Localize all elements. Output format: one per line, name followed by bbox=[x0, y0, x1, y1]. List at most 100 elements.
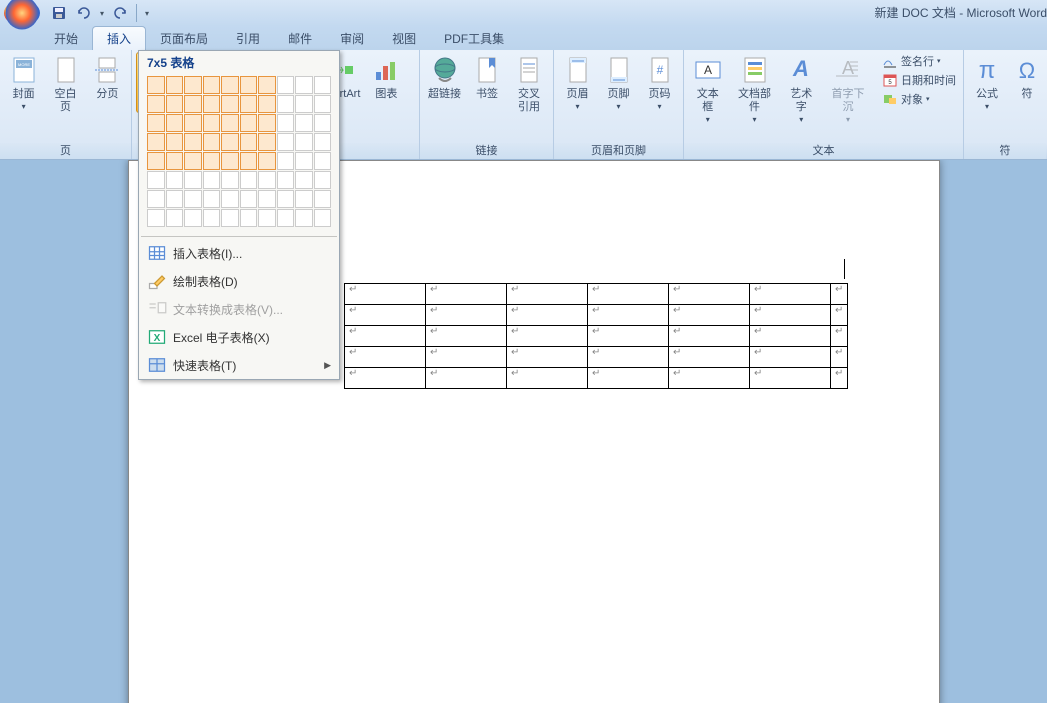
grid-cell[interactable] bbox=[277, 190, 295, 208]
table-cell[interactable]: ↵ bbox=[507, 284, 588, 305]
textbox-button[interactable]: A 文本框 ▾ bbox=[688, 52, 728, 126]
grid-cell[interactable] bbox=[221, 190, 239, 208]
table-cell[interactable]: ↵ bbox=[588, 326, 669, 347]
grid-cell[interactable] bbox=[203, 171, 221, 189]
table-cell[interactable]: ↵ bbox=[588, 347, 669, 368]
grid-cell[interactable] bbox=[258, 114, 276, 132]
symbol-button[interactable]: Ω 符 bbox=[1008, 52, 1046, 103]
table-cell[interactable]: ↵ bbox=[831, 347, 848, 368]
grid-cell[interactable] bbox=[166, 152, 184, 170]
table-cell[interactable]: ↵ bbox=[669, 305, 750, 326]
quick-tables-item[interactable]: 快速表格(T) ▶ bbox=[139, 351, 339, 379]
table-cell[interactable]: ↵ bbox=[831, 368, 848, 389]
grid-cell[interactable] bbox=[240, 95, 258, 113]
insert-table-item[interactable]: 插入表格(I)... bbox=[139, 239, 339, 267]
grid-cell[interactable] bbox=[240, 190, 258, 208]
page-number-button[interactable]: # 页码 ▾ bbox=[640, 52, 679, 113]
table-cell[interactable]: ↵ bbox=[426, 305, 507, 326]
grid-cell[interactable] bbox=[258, 76, 276, 94]
tab-view[interactable]: 视图 bbox=[378, 27, 430, 50]
grid-cell[interactable] bbox=[295, 152, 313, 170]
grid-cell[interactable] bbox=[221, 76, 239, 94]
grid-cell[interactable] bbox=[240, 171, 258, 189]
table-cell[interactable]: ↵ bbox=[669, 284, 750, 305]
table-cell[interactable]: ↵ bbox=[507, 326, 588, 347]
grid-cell[interactable] bbox=[147, 133, 165, 151]
document-table[interactable]: ↵↵↵↵↵↵↵↵↵↵↵↵↵↵↵↵↵↵↵↵↵↵↵↵↵↵↵↵↵↵↵↵↵↵↵ bbox=[344, 283, 848, 389]
table-cell[interactable]: ↵ bbox=[345, 347, 426, 368]
table-cell[interactable]: ↵ bbox=[507, 347, 588, 368]
excel-spreadsheet-item[interactable]: X Excel 电子表格(X) bbox=[139, 323, 339, 351]
table-cell[interactable]: ↵ bbox=[345, 305, 426, 326]
table-cell[interactable]: ↵ bbox=[669, 326, 750, 347]
table-cell[interactable]: ↵ bbox=[426, 368, 507, 389]
table-insert-grid[interactable] bbox=[139, 74, 339, 234]
grid-cell[interactable] bbox=[258, 171, 276, 189]
grid-cell[interactable] bbox=[147, 190, 165, 208]
grid-cell[interactable] bbox=[295, 171, 313, 189]
table-cell[interactable]: ↵ bbox=[426, 347, 507, 368]
grid-cell[interactable] bbox=[166, 209, 184, 227]
grid-cell[interactable] bbox=[203, 133, 221, 151]
grid-cell[interactable] bbox=[295, 76, 313, 94]
grid-cell[interactable] bbox=[295, 190, 313, 208]
grid-cell[interactable] bbox=[203, 152, 221, 170]
blank-page-button[interactable]: 空白页 bbox=[45, 52, 85, 116]
table-cell[interactable]: ↵ bbox=[345, 368, 426, 389]
tab-pdf[interactable]: PDF工具集 bbox=[430, 27, 518, 50]
grid-cell[interactable] bbox=[258, 95, 276, 113]
grid-cell[interactable] bbox=[221, 133, 239, 151]
grid-cell[interactable] bbox=[147, 114, 165, 132]
grid-cell[interactable] bbox=[184, 152, 202, 170]
header-button[interactable]: 页眉 ▾ bbox=[558, 52, 597, 113]
grid-cell[interactable] bbox=[277, 76, 295, 94]
grid-cell[interactable] bbox=[258, 133, 276, 151]
grid-cell[interactable] bbox=[314, 133, 332, 151]
grid-cell[interactable] bbox=[203, 114, 221, 132]
tab-review[interactable]: 审阅 bbox=[326, 27, 378, 50]
bookmark-button[interactable]: 书签 bbox=[467, 52, 507, 103]
grid-cell[interactable] bbox=[277, 95, 295, 113]
tab-layout[interactable]: 页面布局 bbox=[146, 27, 222, 50]
grid-cell[interactable] bbox=[184, 209, 202, 227]
grid-cell[interactable] bbox=[147, 152, 165, 170]
grid-cell[interactable] bbox=[203, 190, 221, 208]
grid-cell[interactable] bbox=[240, 114, 258, 132]
qat-customize-dropdown[interactable]: ▾ bbox=[141, 3, 153, 23]
grid-cell[interactable] bbox=[277, 171, 295, 189]
tab-insert[interactable]: 插入 bbox=[92, 26, 146, 50]
office-button[interactable] bbox=[4, 0, 40, 26]
grid-cell[interactable] bbox=[147, 171, 165, 189]
grid-cell[interactable] bbox=[277, 152, 295, 170]
quickparts-button[interactable]: 文档部件 ▾ bbox=[730, 52, 780, 126]
dropcap-button[interactable]: A 首字下沉 ▾ bbox=[823, 52, 873, 126]
grid-cell[interactable] bbox=[221, 114, 239, 132]
page-break-button[interactable]: 分页 bbox=[88, 52, 127, 103]
grid-cell[interactable] bbox=[184, 114, 202, 132]
undo-button[interactable] bbox=[72, 2, 94, 24]
grid-cell[interactable] bbox=[277, 209, 295, 227]
tab-references[interactable]: 引用 bbox=[222, 27, 274, 50]
hyperlink-button[interactable]: 超链接 bbox=[424, 52, 465, 103]
grid-cell[interactable] bbox=[166, 133, 184, 151]
grid-cell[interactable] bbox=[221, 209, 239, 227]
table-cell[interactable]: ↵ bbox=[669, 347, 750, 368]
cross-ref-button[interactable]: 交叉 引用 bbox=[509, 52, 549, 116]
table-cell[interactable]: ↵ bbox=[750, 284, 831, 305]
tab-mailings[interactable]: 邮件 bbox=[274, 27, 326, 50]
grid-cell[interactable] bbox=[314, 209, 332, 227]
table-cell[interactable]: ↵ bbox=[345, 326, 426, 347]
chart-button[interactable]: 图表 bbox=[366, 52, 406, 103]
wordart-button[interactable]: A 艺术字 ▾ bbox=[782, 52, 822, 126]
tab-home[interactable]: 开始 bbox=[40, 27, 92, 50]
grid-cell[interactable] bbox=[184, 133, 202, 151]
table-cell[interactable]: ↵ bbox=[750, 347, 831, 368]
grid-cell[interactable] bbox=[277, 133, 295, 151]
grid-cell[interactable] bbox=[314, 95, 332, 113]
table-cell[interactable]: ↵ bbox=[831, 305, 848, 326]
grid-cell[interactable] bbox=[166, 171, 184, 189]
grid-cell[interactable] bbox=[277, 114, 295, 132]
grid-cell[interactable] bbox=[295, 114, 313, 132]
grid-cell[interactable] bbox=[258, 190, 276, 208]
grid-cell[interactable] bbox=[295, 133, 313, 151]
